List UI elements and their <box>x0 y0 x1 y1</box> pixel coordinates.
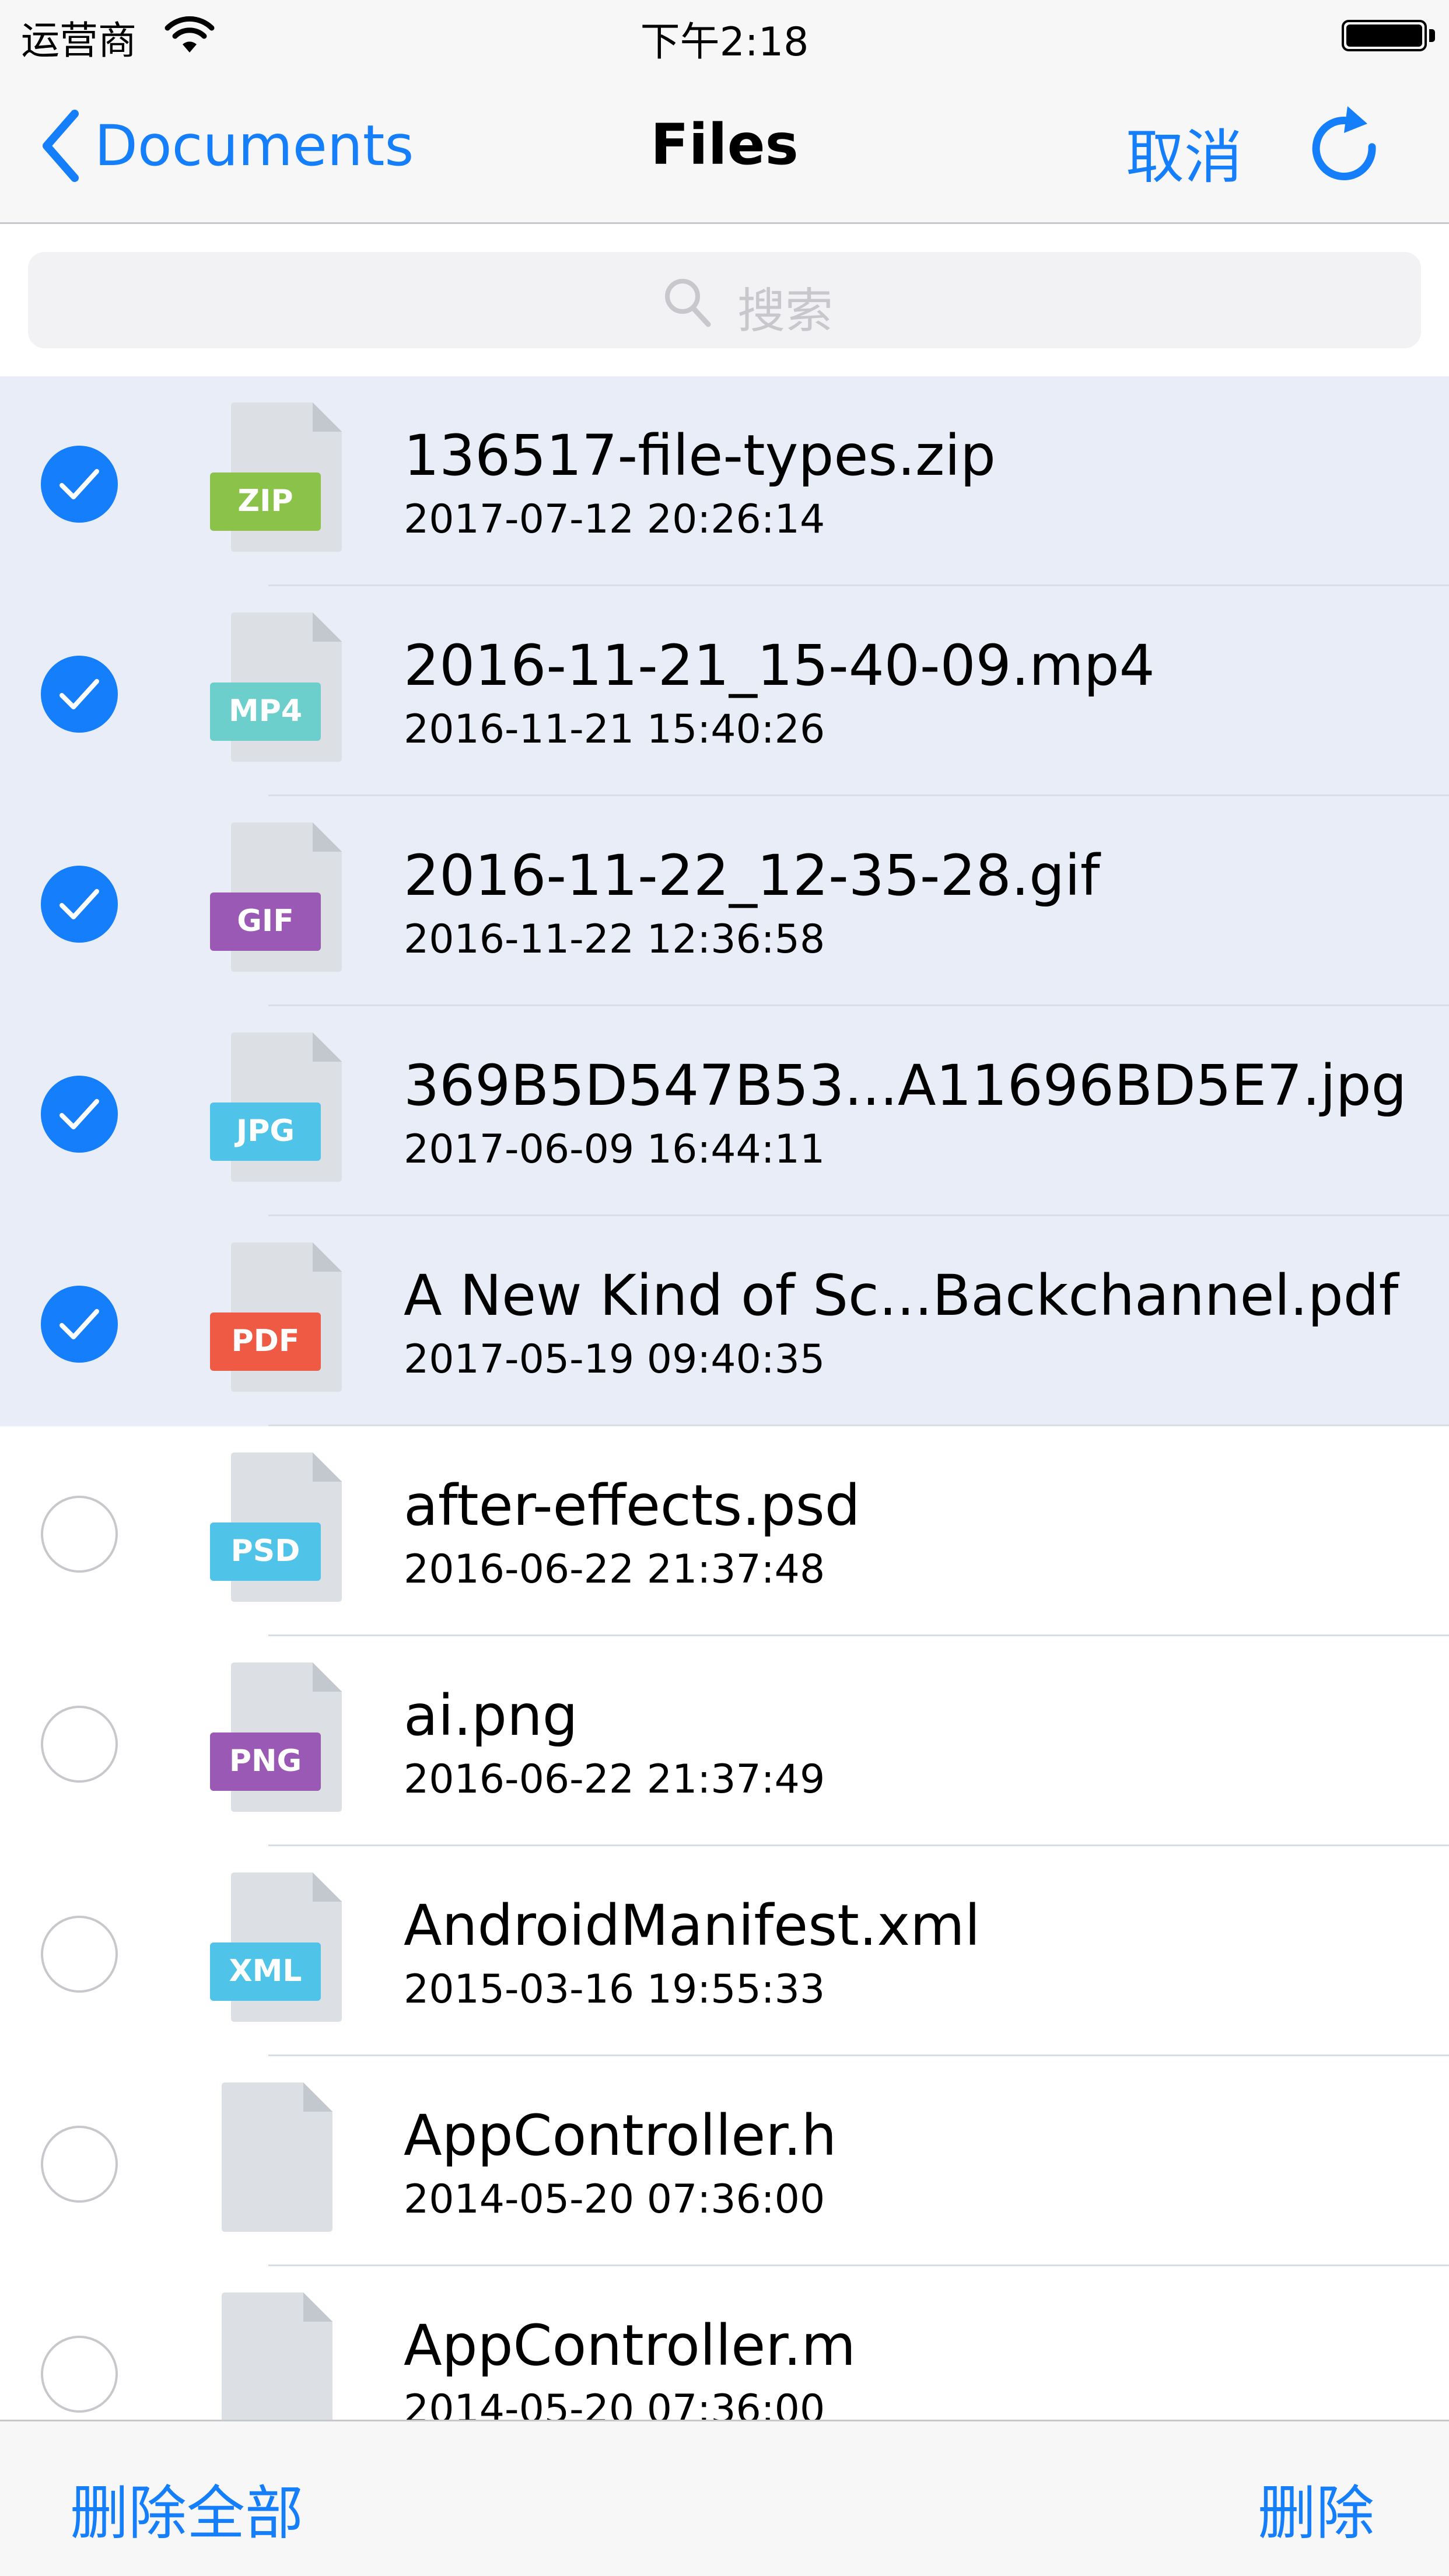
file-date: 2014-05-20 07:36:00 <box>404 2176 825 2222</box>
file-row[interactable]: JPG 369B5D547B53...A11696BD5E7.jpg 2017-06… <box>0 1006 1449 1216</box>
bottom-toolbar: 删除全部 删除 <box>0 2420 1449 2576</box>
file-name: ai.png <box>404 1683 578 1748</box>
file-name: 369B5D547B53...A11696BD5E7.jpg <box>404 1053 1407 1118</box>
file-browser-screen: 运营商 下午2:18 Documents Files 取消 搜索 ZIP 136… <box>0 0 1449 2576</box>
file-date: 2016-06-22 21:37:48 <box>404 1546 825 1592</box>
generic-file-icon <box>222 2082 332 2232</box>
file-name: 2016-11-22_12-35-28.gif <box>404 843 1100 908</box>
psd-file-icon: PSD <box>210 1452 342 1602</box>
file-type-label: ZIP <box>237 484 293 519</box>
file-name: after-effects.psd <box>404 1473 860 1538</box>
file-type-label: XML <box>229 1954 302 1989</box>
checkmark-circle-icon[interactable] <box>41 446 118 523</box>
empty-circle-icon[interactable] <box>41 2336 118 2413</box>
file-row[interactable]: PNG ai.png 2016-06-22 21:37:49 <box>0 1636 1449 1846</box>
xml-file-icon: XML <box>210 1873 342 2022</box>
file-row[interactable]: PSD after-effects.psd 2016-06-22 21:37:48 <box>0 1426 1449 1636</box>
file-type-label: PSD <box>231 1534 300 1569</box>
file-date: 2016-11-21 15:40:26 <box>404 706 825 752</box>
empty-circle-icon[interactable] <box>41 1496 118 1573</box>
file-date: 2016-06-22 21:37:49 <box>404 1756 825 1803</box>
png-file-icon: PNG <box>210 1662 342 1812</box>
zip-file-icon: ZIP <box>210 402 342 552</box>
navigation-bar: Documents Files 取消 <box>0 70 1449 224</box>
checkmark-icon <box>60 1309 99 1339</box>
gif-file-icon: GIF <box>210 822 342 972</box>
file-date: 2017-05-19 09:40:35 <box>404 1336 825 1382</box>
file-row[interactable]: AppController.h 2014-05-20 07:36:00 <box>0 2056 1449 2266</box>
file-date: 2017-06-09 16:44:11 <box>404 1126 825 1172</box>
file-date: 2016-11-22 12:36:58 <box>404 916 825 963</box>
empty-circle-icon[interactable] <box>41 1706 118 1783</box>
checkmark-icon <box>60 889 99 919</box>
checkmark-icon <box>60 679 99 709</box>
file-name: AppController.h <box>404 2103 837 2168</box>
checkmark-circle-icon[interactable] <box>41 866 118 943</box>
status-bar: 运营商 下午2:18 <box>0 0 1449 70</box>
battery-tip <box>1429 29 1435 42</box>
search-placeholder: 搜索 <box>737 284 834 339</box>
cancel-button[interactable]: 取消 <box>1126 110 1242 194</box>
file-type-label: JPG <box>235 1114 295 1149</box>
file-type-label: MP4 <box>229 694 302 729</box>
refresh-icon[interactable] <box>1307 103 1382 184</box>
search-area: 搜索 <box>0 226 1449 376</box>
checkmark-circle-icon[interactable] <box>41 656 118 733</box>
delete-button[interactable]: 删除 <box>1258 2466 1374 2550</box>
checkmark-circle-icon[interactable] <box>41 1286 118 1363</box>
jpg-file-icon: JPG <box>210 1032 342 1182</box>
status-time: 下午2:18 <box>640 19 809 65</box>
delete-all-button[interactable]: 删除全部 <box>70 2466 303 2550</box>
file-name: 2016-11-21_15-40-09.mp4 <box>404 633 1155 698</box>
empty-circle-icon[interactable] <box>41 1916 118 1993</box>
checkmark-icon <box>60 469 99 499</box>
file-date: 2015-03-16 19:55:33 <box>404 1966 825 2013</box>
file-name: AppController.m <box>404 2313 856 2378</box>
file-type-label: PDF <box>232 1324 300 1359</box>
file-row[interactable]: ZIP 136517-file-types.zip 2017-07-12 20:26… <box>0 376 1449 586</box>
file-name: AndroidManifest.xml <box>404 1893 981 1958</box>
file-name: A New Kind of Sc...Backchannel.pdf <box>404 1263 1399 1328</box>
mp4-file-icon: MP4 <box>210 612 342 762</box>
checkmark-icon <box>60 1099 99 1129</box>
file-type-label: GIF <box>237 904 294 939</box>
file-row[interactable]: MP4 2016-11-21_15-40-09.mp4 2016-11-21 15:… <box>0 586 1449 796</box>
search-icon <box>665 279 711 327</box>
pdf-file-icon: PDF <box>210 1242 342 1392</box>
checkmark-circle-icon[interactable] <box>41 1076 118 1153</box>
search-input[interactable]: 搜索 <box>28 252 1421 348</box>
empty-circle-icon[interactable] <box>41 2126 118 2203</box>
battery-icon <box>1342 20 1427 51</box>
file-row[interactable]: XML AndroidManifest.xml 2015-03-16 19:55:3… <box>0 1846 1449 2056</box>
file-row[interactable]: GIF 2016-11-22_12-35-28.gif 2016-11-22 12:… <box>0 796 1449 1006</box>
file-name: 136517-file-types.zip <box>404 423 996 488</box>
file-date: 2017-07-12 20:26:14 <box>404 496 825 542</box>
file-row[interactable]: PDF A New Kind of Sc...Backchannel.pdf 201… <box>0 1216 1449 1426</box>
file-type-label: PNG <box>229 1744 302 1779</box>
file-list: ZIP 136517-file-types.zip 2017-07-12 20:26… <box>0 376 1449 2476</box>
